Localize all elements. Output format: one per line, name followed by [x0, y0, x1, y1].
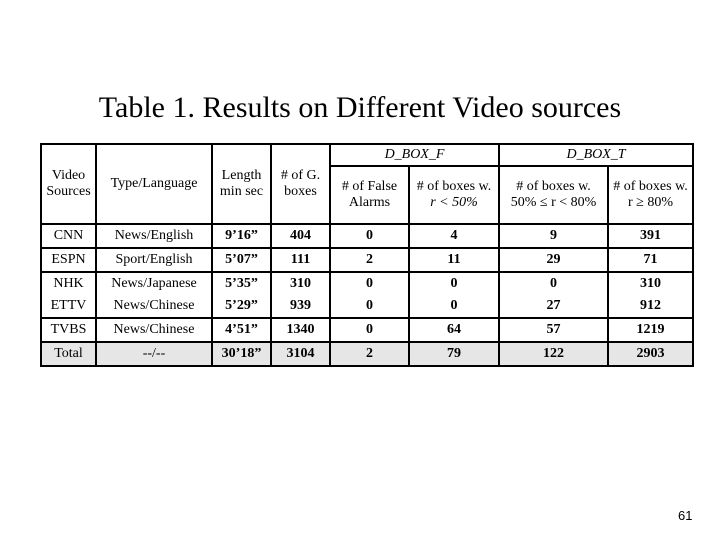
cell-50to80: 27	[498, 295, 610, 319]
cell-type: News/English	[95, 223, 213, 249]
header-boxes-lt50: # of boxes w. r < 50%	[407, 165, 501, 225]
cell-source: Total	[40, 341, 97, 367]
cell-length: 5’29”	[211, 295, 272, 319]
cell-50to80: 9	[498, 223, 610, 249]
cell-lt50: 79	[407, 341, 501, 367]
header-boxes-ge80: # of boxes w. r ≥ 80%	[607, 165, 695, 225]
cell-ge80: 1219	[607, 317, 695, 343]
cell-ge80: 391	[607, 223, 695, 249]
cell-source: CNN	[40, 223, 97, 249]
cell-50to80: 57	[498, 317, 610, 343]
header-g-boxes: # of G. boxes	[270, 143, 331, 225]
cell-length: 9’16”	[211, 223, 272, 249]
cell-ge80: 310	[607, 271, 695, 295]
cell-source: TVBS	[40, 317, 97, 343]
table-row: TVBS News/Chinese 4’51” 1340 0 64 57 121…	[40, 317, 695, 343]
cell-g-boxes: 1340	[270, 317, 331, 343]
cell-lt50: 0	[407, 271, 501, 295]
table-row: NHK News/Japanese 5’35” 310 0 0 0 310	[40, 271, 695, 295]
table-row: ESPN Sport/English 5’07” 111 2 11 29 71	[40, 247, 695, 273]
cell-ge80: 912	[607, 295, 695, 319]
cell-false-alarms: 2	[329, 247, 410, 273]
cell-g-boxes: 111	[270, 247, 331, 273]
cell-type: News/Chinese	[95, 295, 213, 319]
slide-title: Table 1. Results on Different Video sour…	[98, 91, 622, 124]
cell-source: ESPN	[40, 247, 97, 273]
cell-50to80: 0	[498, 271, 610, 295]
cell-type: News/Chinese	[95, 317, 213, 343]
cell-50to80: 29	[498, 247, 610, 273]
cell-g-boxes: 404	[270, 223, 331, 249]
cell-source: NHK	[40, 271, 97, 295]
header-row-groups: Video Sources Type/Language Length min s…	[40, 143, 695, 225]
cell-type: Sport/English	[95, 247, 213, 273]
page-number: 61	[678, 508, 693, 523]
results-table: Video Sources Type/Language Length min s…	[40, 143, 695, 367]
table-row: CNN News/English 9’16” 404 0 4 9 391	[40, 223, 695, 249]
table-row: ETTV News/Chinese 5’29” 939 0 0 27 912	[40, 295, 695, 319]
cell-ge80: 71	[607, 247, 695, 273]
cell-lt50: 0	[407, 295, 501, 319]
cell-false-alarms: 0	[329, 223, 410, 249]
cell-source: ETTV	[40, 295, 97, 319]
header-type-language: Type/Language	[95, 143, 213, 225]
cell-false-alarms: 0	[329, 317, 410, 343]
cell-length: 5’35”	[211, 271, 272, 295]
header-group-d-box-f: D_BOX_F	[328, 143, 501, 167]
cell-false-alarms: 0	[329, 271, 410, 295]
cell-length: 4’51”	[211, 317, 272, 343]
header-video-sources: Video Sources	[40, 143, 97, 225]
cell-lt50: 11	[407, 247, 501, 273]
header-group-d-box-t: D_BOX_T	[498, 143, 695, 167]
cell-length: 5’07”	[211, 247, 272, 273]
header-length: Length min sec	[211, 143, 272, 225]
cell-false-alarms: 0	[329, 295, 410, 319]
header-boxes-50to80: # of boxes w. 50% ≤ r < 80%	[498, 165, 610, 225]
cell-g-boxes: 939	[270, 295, 331, 319]
cell-type: News/Japanese	[95, 271, 213, 295]
cell-ge80: 2903	[607, 341, 695, 367]
cell-length: 30’18”	[211, 341, 272, 367]
total-row: Total --/-- 30’18” 3104 2 79 122 2903	[40, 341, 695, 367]
cell-false-alarms: 2	[329, 341, 410, 367]
cell-50to80: 122	[498, 341, 610, 367]
header-false-alarms: # of False Alarms	[329, 165, 410, 225]
cell-lt50: 4	[407, 223, 501, 249]
cell-lt50: 64	[407, 317, 501, 343]
cell-g-boxes: 3104	[270, 341, 331, 367]
cell-g-boxes: 310	[270, 271, 331, 295]
cell-type: --/--	[95, 341, 213, 367]
